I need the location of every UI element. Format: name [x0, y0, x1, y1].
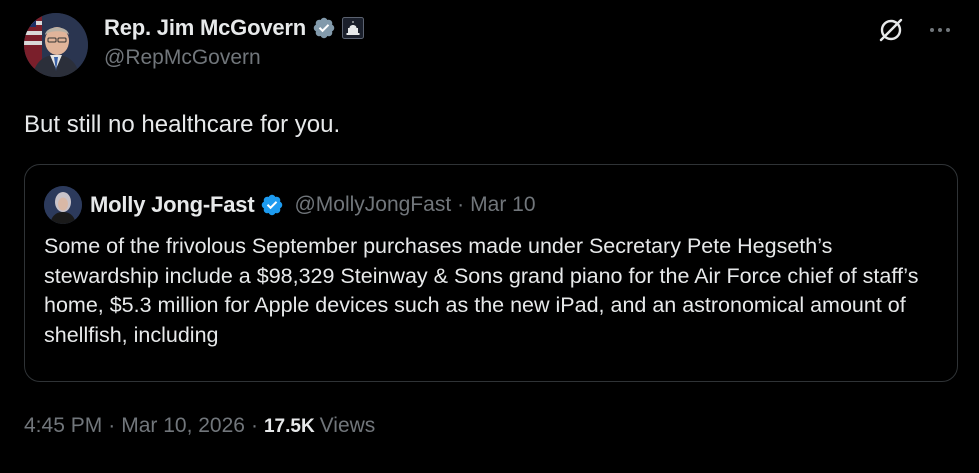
verified-badge-gray-icon[interactable]: [312, 16, 336, 40]
quoted-tweet-card[interactable]: Molly Jong-Fast @MollyJongFast · Mar 10 …: [24, 164, 958, 382]
tweet-meta: 4:45 PM · Mar 10, 2026 · 17.5K Views: [24, 414, 375, 438]
verified-badge-blue-icon[interactable]: [260, 193, 284, 217]
quoted-tweet-header: Molly Jong-Fast @MollyJongFast · Mar 10: [44, 186, 536, 224]
views-count[interactable]: 17.5K: [264, 416, 315, 438]
author-block: Rep. Jim McGovern @RepMcGovern: [104, 14, 364, 70]
tweet-time[interactable]: 4:45 PM: [24, 414, 102, 438]
author-avatar-image: [24, 13, 88, 77]
quoted-separator: ·: [457, 193, 465, 216]
quoted-tweet-date[interactable]: Mar 10: [470, 193, 535, 217]
tweet-actions-top: [877, 16, 953, 44]
tweet-date[interactable]: Mar 10, 2026: [121, 414, 245, 438]
author-handle[interactable]: @RepMcGovern: [104, 46, 364, 70]
meta-separator: ·: [108, 414, 116, 437]
meta-separator: ·: [250, 414, 258, 437]
author-display-name[interactable]: Rep. Jim McGovern: [104, 15, 306, 41]
quoted-author-avatar[interactable]: [44, 186, 82, 224]
more-icon[interactable]: [927, 17, 953, 43]
quoted-author-handle[interactable]: @MollyJongFast: [294, 193, 451, 217]
grok-icon[interactable]: [877, 16, 905, 44]
author-avatar[interactable]: [24, 13, 88, 77]
quoted-author-name[interactable]: Molly Jong-Fast: [90, 192, 255, 218]
author-name-row: Rep. Jim McGovern: [104, 14, 364, 42]
tweet: Rep. Jim McGovern @RepMcGovern But still…: [0, 0, 979, 473]
tweet-text: But still no healthcare for you.: [24, 111, 341, 138]
views-label: Views: [319, 414, 376, 437]
quoted-tweet-text: Some of the frivolous September purchase…: [44, 234, 919, 347]
government-capitol-icon[interactable]: [342, 17, 364, 39]
